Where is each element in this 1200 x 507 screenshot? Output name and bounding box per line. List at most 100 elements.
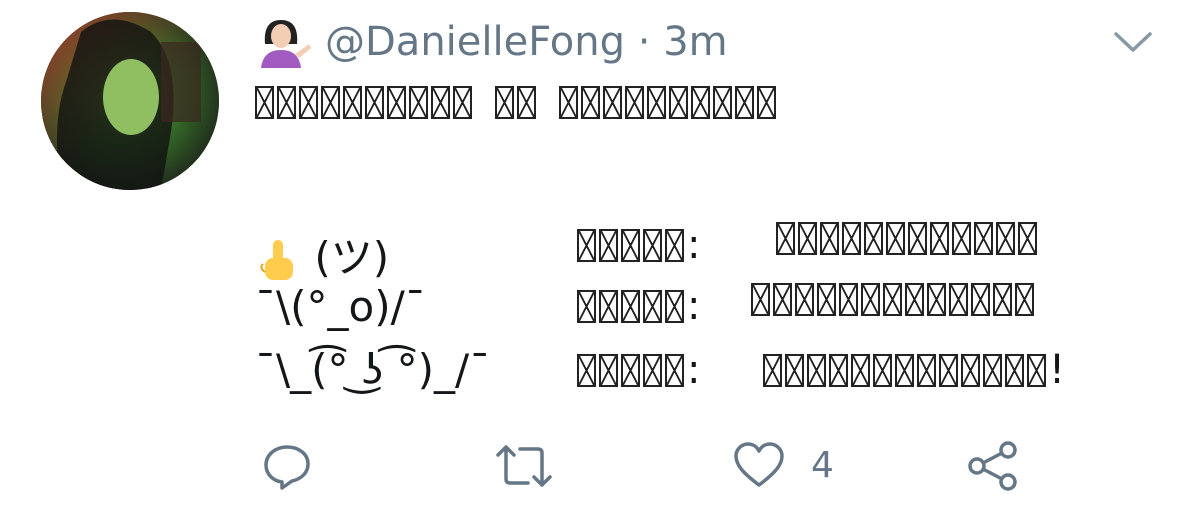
missing-glyph-box	[905, 283, 924, 316]
missing-glyph-box	[974, 222, 993, 255]
face-text: (ツ)	[314, 233, 390, 282]
missing-glyph-box	[365, 86, 384, 119]
missing-glyph-box	[599, 289, 618, 323]
chevron-down-icon[interactable]	[1112, 26, 1154, 56]
missing-glyph-box	[917, 353, 936, 387]
label-row-3: :	[577, 347, 700, 393]
missing-glyph-box	[949, 283, 968, 316]
label-colon: :	[687, 347, 701, 393]
missing-glyph-box	[842, 222, 861, 255]
missing-glyph-box	[993, 283, 1012, 316]
label-colon: :	[687, 222, 701, 268]
missing-glyph-box	[735, 86, 754, 119]
missing-glyph-box	[299, 86, 318, 119]
missing-glyph-box	[581, 86, 600, 119]
tweet-text-line-1	[255, 86, 779, 119]
missing-glyph-box	[798, 222, 817, 255]
woman-tipping-hand-emoji-icon	[255, 14, 311, 70]
missing-glyph-box	[643, 289, 662, 323]
value-row-1	[776, 222, 1040, 255]
missing-glyph-box	[321, 86, 340, 119]
missing-glyph-box	[517, 86, 536, 119]
missing-glyph-box	[577, 353, 596, 387]
missing-glyph-box	[1018, 222, 1037, 255]
face-row-1: (ツ)	[255, 224, 389, 285]
missing-glyph-box	[776, 222, 795, 255]
missing-glyph-box	[559, 86, 578, 119]
missing-glyph-box	[495, 86, 514, 119]
missing-glyph-box	[807, 353, 826, 387]
missing-glyph-box	[691, 86, 710, 119]
missing-glyph-box	[820, 222, 839, 255]
missing-glyph-box	[603, 86, 622, 119]
missing-glyph-box	[625, 86, 644, 119]
retweet-button[interactable]	[494, 443, 554, 489]
missing-glyph-box	[961, 353, 980, 387]
avatar[interactable]	[41, 12, 219, 190]
label-colon: :	[687, 283, 701, 329]
avatar-photo	[41, 12, 219, 190]
missing-glyph-box	[647, 86, 666, 119]
missing-glyph-box	[895, 353, 914, 387]
missing-glyph-box	[886, 222, 905, 255]
missing-glyph-box	[453, 86, 472, 119]
face-row-2: ¯\(°_o)/¯	[255, 282, 426, 331]
label-row-2: :	[577, 283, 700, 329]
missing-glyph-box	[665, 228, 684, 262]
missing-glyph-box	[621, 289, 640, 323]
face-row-3: ¯\_(͡° ͜ʖ ͡°)_/¯	[255, 345, 490, 394]
missing-glyph-box	[599, 228, 618, 262]
value-row-3: !	[763, 347, 1065, 393]
share-icon	[968, 441, 1017, 491]
missing-glyph-box	[577, 228, 596, 262]
like-button[interactable]: 4	[733, 441, 834, 489]
missing-glyph-box	[669, 86, 688, 119]
missing-glyph-box	[599, 353, 618, 387]
missing-glyph-box	[665, 289, 684, 323]
tweet-actions: 4	[0, 437, 1200, 497]
retweet-icon	[496, 445, 552, 487]
like-count: 4	[811, 444, 834, 486]
label-row-1: :	[577, 222, 700, 268]
missing-glyph-box	[839, 283, 858, 316]
missing-glyph-box	[277, 86, 296, 119]
reply-button[interactable]	[262, 441, 312, 491]
missing-glyph-box	[713, 86, 732, 119]
missing-glyph-box	[621, 228, 640, 262]
missing-glyph-box	[577, 289, 596, 323]
handle-and-time[interactable]: @DanielleFong · 3m	[325, 19, 728, 65]
value-suffix: !	[1049, 347, 1066, 393]
timestamp[interactable]: 3m	[663, 19, 727, 65]
missing-glyph-box	[773, 283, 792, 316]
separator: ·	[637, 19, 651, 65]
missing-glyph-box	[939, 353, 958, 387]
face-text: ¯\_(͡° ͜ʖ ͡°)_/¯	[255, 345, 491, 394]
face-text: ¯\(°_o)/¯	[255, 282, 426, 331]
missing-glyph-box	[996, 222, 1015, 255]
share-button[interactable]	[967, 441, 1019, 491]
user-handle[interactable]: @DanielleFong	[325, 19, 625, 65]
pointing-up-emoji-icon	[255, 238, 301, 284]
missing-glyph-box	[851, 353, 870, 387]
missing-glyph-box	[971, 283, 990, 316]
tweet-header: @DanielleFong · 3m	[255, 14, 728, 70]
missing-glyph-box	[873, 353, 892, 387]
missing-glyph-box	[930, 222, 949, 255]
missing-glyph-box	[927, 283, 946, 316]
missing-glyph-box	[757, 86, 776, 119]
missing-glyph-box	[255, 86, 274, 119]
missing-glyph-box	[643, 228, 662, 262]
missing-glyph-box	[908, 222, 927, 255]
missing-glyph-box	[829, 353, 848, 387]
missing-glyph-box	[1005, 353, 1024, 387]
missing-glyph-box	[431, 86, 450, 119]
missing-glyph-box	[864, 222, 883, 255]
heart-icon	[734, 442, 784, 487]
missing-glyph-box	[1015, 283, 1034, 316]
missing-glyph-box	[409, 86, 428, 119]
missing-glyph-box	[883, 283, 902, 316]
missing-glyph-box	[861, 283, 880, 316]
missing-glyph-box	[763, 353, 782, 387]
missing-glyph-box	[643, 353, 662, 387]
missing-glyph-box	[817, 283, 836, 316]
